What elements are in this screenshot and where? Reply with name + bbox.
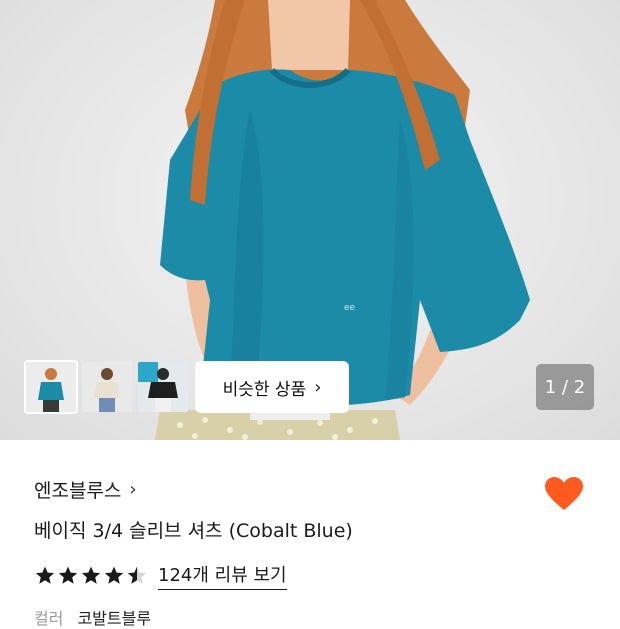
star-icon: [127, 566, 147, 584]
star-icon: [58, 566, 78, 584]
option-value: 코발트블루: [77, 609, 152, 628]
chevron-right-icon: ›: [129, 479, 137, 500]
image-pager: 1 / 2: [536, 364, 594, 410]
star-icon: [35, 566, 55, 584]
option-row: 컬러 코발트블루: [34, 605, 151, 629]
thumbnail-1[interactable]: [24, 360, 78, 414]
star-rating: [34, 565, 148, 587]
thumbnail-3[interactable]: [138, 362, 188, 412]
wishlist-button[interactable]: [544, 476, 584, 512]
star-icon: [81, 566, 101, 584]
chevron-right-icon: ›: [314, 376, 322, 398]
similar-products-label: 비슷한 상품: [222, 379, 307, 400]
pager-text: 1 / 2: [544, 376, 586, 398]
thumbnail-2[interactable]: [82, 362, 132, 412]
product-image-gallery[interactable]: ee 비슷한 상품 › 1 / 2: [0, 0, 620, 440]
brand-name: 엔조블루스: [34, 480, 122, 502]
rating-row: 124개 리뷰 보기: [34, 561, 287, 590]
thumbnail-strip: [24, 360, 188, 414]
option-label: 컬러: [34, 609, 64, 628]
reviews-link[interactable]: 124개 리뷰 보기: [158, 561, 287, 590]
brand-link[interactable]: 엔조블루스 ›: [34, 476, 137, 503]
star-icon: [104, 566, 124, 584]
heart-icon: [545, 477, 583, 510]
svg-text:ee: ee: [344, 303, 356, 313]
similar-products-button[interactable]: 비슷한 상품 ›: [195, 361, 349, 413]
product-title: 베이직 3/4 슬리브 셔츠 (Cobalt Blue): [34, 520, 353, 542]
